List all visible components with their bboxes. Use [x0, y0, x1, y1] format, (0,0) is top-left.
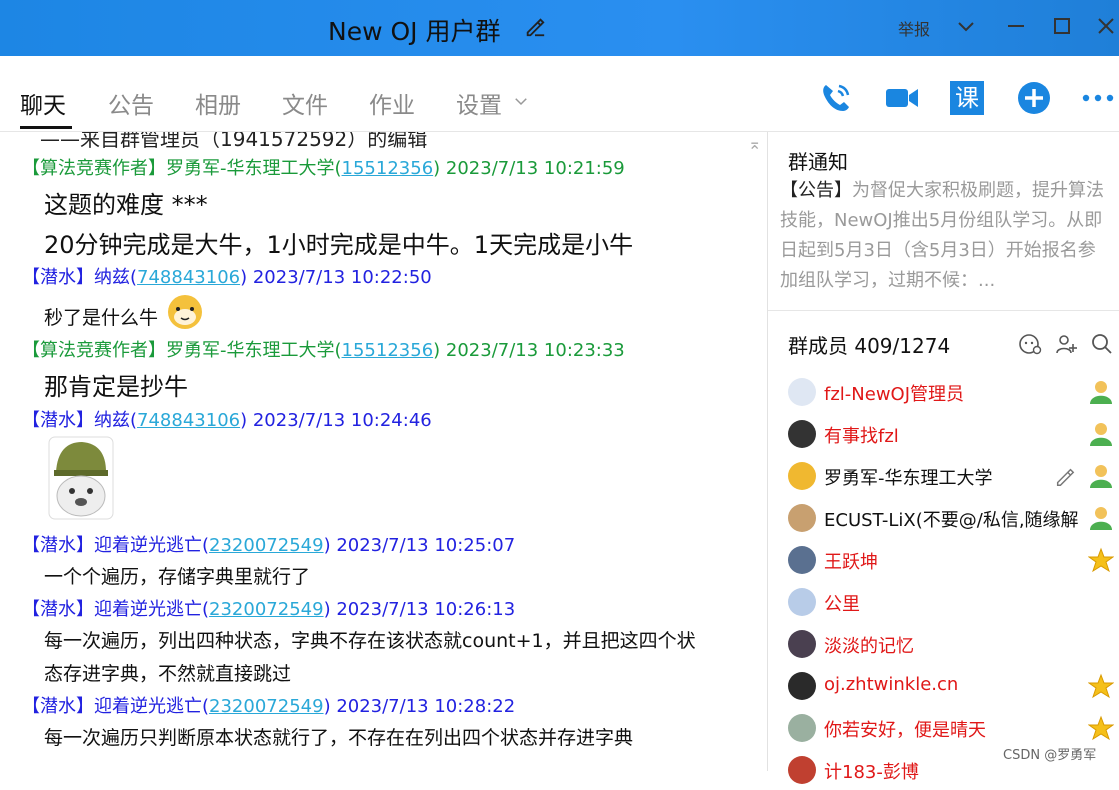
member-item[interactable]: 公里	[788, 582, 1088, 622]
avatar	[788, 756, 816, 784]
chevron-down-icon[interactable]	[512, 92, 530, 110]
message-text: 秒了是什么牛	[44, 307, 159, 329]
add-icon[interactable]	[1016, 80, 1052, 116]
message-header: 【潜水】纳兹(748843106) 2023/7/13 10:24:46	[22, 410, 432, 431]
admin-badge-icon	[1090, 507, 1112, 530]
notice-tag: 【公告】	[780, 180, 852, 201]
notice-title: 群通知	[788, 150, 848, 174]
member-item[interactable]: 你若安好，便是晴天	[788, 708, 1088, 748]
edit-notice-line: ——来自群管理员（1941572592）的编辑	[40, 132, 428, 151]
member-item[interactable]: oj.zhtwinkle.cn	[788, 666, 1088, 706]
edit-title-icon[interactable]	[524, 16, 546, 38]
class-icon[interactable]: 课	[950, 81, 984, 115]
message-text: 态存进字典，不然就直接跳过	[44, 663, 292, 685]
message-header: 【潜水】迎着逆光逃亡(2320072549) 2023/7/13 10:26:1…	[22, 599, 516, 620]
admin-badge-icon	[1090, 465, 1112, 488]
qq-link[interactable]: 15512356	[342, 340, 434, 361]
member-name: 有事找fzl	[824, 426, 899, 447]
message-header: 【算法竞赛作者】罗勇军-华东理工大学(15512356) 2023/7/13 1…	[22, 158, 625, 179]
member-item[interactable]: 淡淡的记忆	[788, 624, 1088, 664]
member-item[interactable]: 有事找fzl	[788, 414, 1088, 454]
meme-sticker-image[interactable]	[48, 436, 114, 520]
member-name: 你若安好，便是晴天	[824, 720, 986, 741]
more-icon[interactable]	[1080, 80, 1116, 116]
star-badge-icon	[1088, 547, 1114, 573]
members-title: 群成员 409/1274	[788, 334, 951, 358]
message-text: 每一次遍历只判断原本状态就行了，不存在在列出四个状态并存进字典	[44, 727, 634, 749]
tab-album[interactable]: 相册	[195, 86, 241, 120]
avatar	[788, 714, 816, 742]
qq-link[interactable]: 15512356	[342, 158, 434, 179]
tab-chat[interactable]: 聊天	[20, 86, 66, 120]
title-bar: New OJ 用户群 举报	[0, 0, 1119, 56]
doge-emoji-icon	[168, 295, 202, 329]
divider	[768, 310, 1119, 311]
tab-homework[interactable]: 作业	[369, 86, 415, 120]
message-header: 【潜水】迎着逆光逃亡(2320072549) 2023/7/13 10:25:0…	[22, 535, 516, 556]
qq-link[interactable]: 748843106	[137, 267, 240, 288]
qq-link[interactable]: 2320072549	[209, 535, 324, 556]
avatar	[788, 378, 816, 406]
avatar	[788, 630, 816, 658]
member-name: 公里	[824, 594, 860, 615]
member-item[interactable]: fzl-NewOJ管理员	[788, 372, 1088, 412]
chat-panel[interactable]: ——来自群管理员（1941572592）的编辑 ⌅ 【算法竞赛作者】罗勇军-华东…	[0, 132, 767, 771]
maximize-icon[interactable]	[1050, 14, 1074, 38]
qq-link[interactable]: 748843106	[137, 410, 240, 431]
collapse-icon[interactable]: ⌅	[748, 134, 762, 153]
edit-icon[interactable]	[1054, 466, 1076, 488]
member-item[interactable]: 王跃坤	[788, 540, 1088, 580]
admin-badge-icon	[1090, 423, 1112, 446]
qq-link[interactable]: 2320072549	[209, 696, 324, 717]
chevron-down-icon[interactable]	[954, 14, 978, 38]
member-name: ECUST-LiX(不要@/私信,随缘解	[824, 510, 1079, 531]
tab-bar: 聊天 公告 相册 文件 作业 设置 课	[0, 56, 1119, 132]
star-badge-icon	[1088, 715, 1114, 741]
avatar	[788, 504, 816, 532]
close-icon[interactable]	[1094, 14, 1118, 38]
report-button[interactable]: 举报	[898, 16, 930, 40]
message-text: 20分钟完成是大牛，1小时完成是中牛。1天完成是小牛	[44, 231, 634, 259]
tab-files[interactable]: 文件	[282, 86, 328, 120]
member-name: 王跃坤	[824, 552, 878, 573]
message-text: 每一次遍历，列出四种状态，字典不存在该状态就count+1，并且把这四个状	[44, 630, 696, 652]
message-text: 这题的难度 ***	[44, 191, 208, 219]
message-header: 【潜水】纳兹(748843106) 2023/7/13 10:22:50	[22, 267, 432, 288]
member-name: 淡淡的记忆	[824, 636, 914, 657]
manage-members-icon[interactable]	[1018, 332, 1042, 356]
admin-badge-icon	[1090, 381, 1112, 404]
avatar	[788, 420, 816, 448]
avatar	[788, 462, 816, 490]
tab-settings[interactable]: 设置	[456, 86, 502, 120]
member-name: oj.zhtwinkle.cn	[824, 674, 959, 695]
avatar	[788, 546, 816, 574]
notice-body[interactable]: 【公告】为督促大家积极刷题，提升算法技能，NewOJ推出5月份组队学习。从即日起…	[780, 176, 1110, 296]
member-item[interactable]: 罗勇军-华东理工大学	[788, 456, 1088, 496]
add-member-icon[interactable]	[1054, 332, 1078, 356]
qq-link[interactable]: 2320072549	[209, 599, 324, 620]
active-tab-indicator	[20, 126, 72, 129]
tab-announcement[interactable]: 公告	[108, 86, 154, 120]
avatar	[788, 672, 816, 700]
voice-call-icon[interactable]	[818, 80, 854, 116]
video-call-icon[interactable]	[884, 80, 920, 116]
message-text: 那肯定是抄牛	[44, 373, 188, 401]
side-panel: 群通知 【公告】为督促大家积极刷题，提升算法技能，NewOJ推出5月份组队学习。…	[767, 132, 1119, 784]
avatar	[788, 588, 816, 616]
member-name: 罗勇军-华东理工大学	[824, 468, 993, 489]
star-badge-icon	[1088, 673, 1114, 699]
window-title: New OJ 用户群	[328, 17, 501, 46]
message-text: 一个个遍历，存储字典里就行了	[44, 566, 311, 588]
message-header: 【算法竞赛作者】罗勇军-华东理工大学(15512356) 2023/7/13 1…	[22, 340, 625, 361]
member-item[interactable]: ECUST-LiX(不要@/私信,随缘解	[788, 498, 1088, 538]
minimize-icon[interactable]	[1004, 14, 1028, 38]
message-header: 【潜水】迎着逆光逃亡(2320072549) 2023/7/13 10:28:2…	[22, 696, 516, 717]
search-icon[interactable]	[1090, 332, 1114, 356]
watermark: CSDN @罗勇军	[1003, 748, 1097, 763]
member-name: fzl-NewOJ管理员	[824, 384, 965, 405]
